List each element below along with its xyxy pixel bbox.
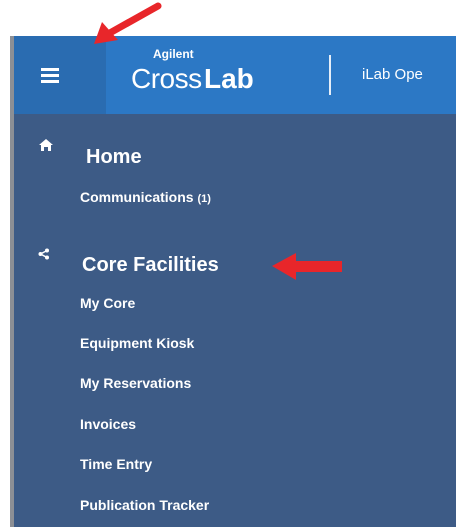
header-divider <box>329 55 331 95</box>
sidebar-item-invoices[interactable]: Invoices <box>80 416 136 432</box>
annotation-arrow-core-facilities <box>272 253 342 280</box>
sidebar-item-my-reservations[interactable]: My Reservations <box>80 375 191 391</box>
sidebar-item-equipment-kiosk[interactable]: Equipment Kiosk <box>80 335 194 351</box>
menu-icon-bar-middle <box>41 74 59 77</box>
app-window: Agilent Cross Lab iLab Ope Home Communic… <box>0 0 456 527</box>
sidebar-item-time-entry[interactable]: Time Entry <box>80 456 152 472</box>
logo-cross-text: Cross <box>131 63 202 94</box>
sidebar-item-my-core[interactable]: My Core <box>80 295 135 311</box>
annotation-arrow-menu <box>94 2 162 44</box>
notification-count-badge: (1) <box>197 193 211 205</box>
home-icon <box>38 138 54 154</box>
sidebar-nav: Home Communications (1) Core Facilities … <box>14 114 456 527</box>
menu-icon-bar-top <box>41 68 59 71</box>
sidebar-section-core-facilities[interactable]: Core Facilities <box>82 254 219 277</box>
menu-icon-bar-bottom <box>41 80 59 83</box>
sidebar-section-home[interactable]: Home <box>86 146 142 169</box>
sidebar-item-label: Communications <box>80 189 194 205</box>
sidebar-item-publication-tracker[interactable]: Publication Tracker <box>80 497 209 513</box>
share-icon <box>38 248 50 262</box>
logo-lab-text: Lab <box>204 63 254 94</box>
header-title: iLab Ope <box>362 66 423 83</box>
sidebar-item-communications[interactable]: Communications (1) <box>80 189 211 205</box>
